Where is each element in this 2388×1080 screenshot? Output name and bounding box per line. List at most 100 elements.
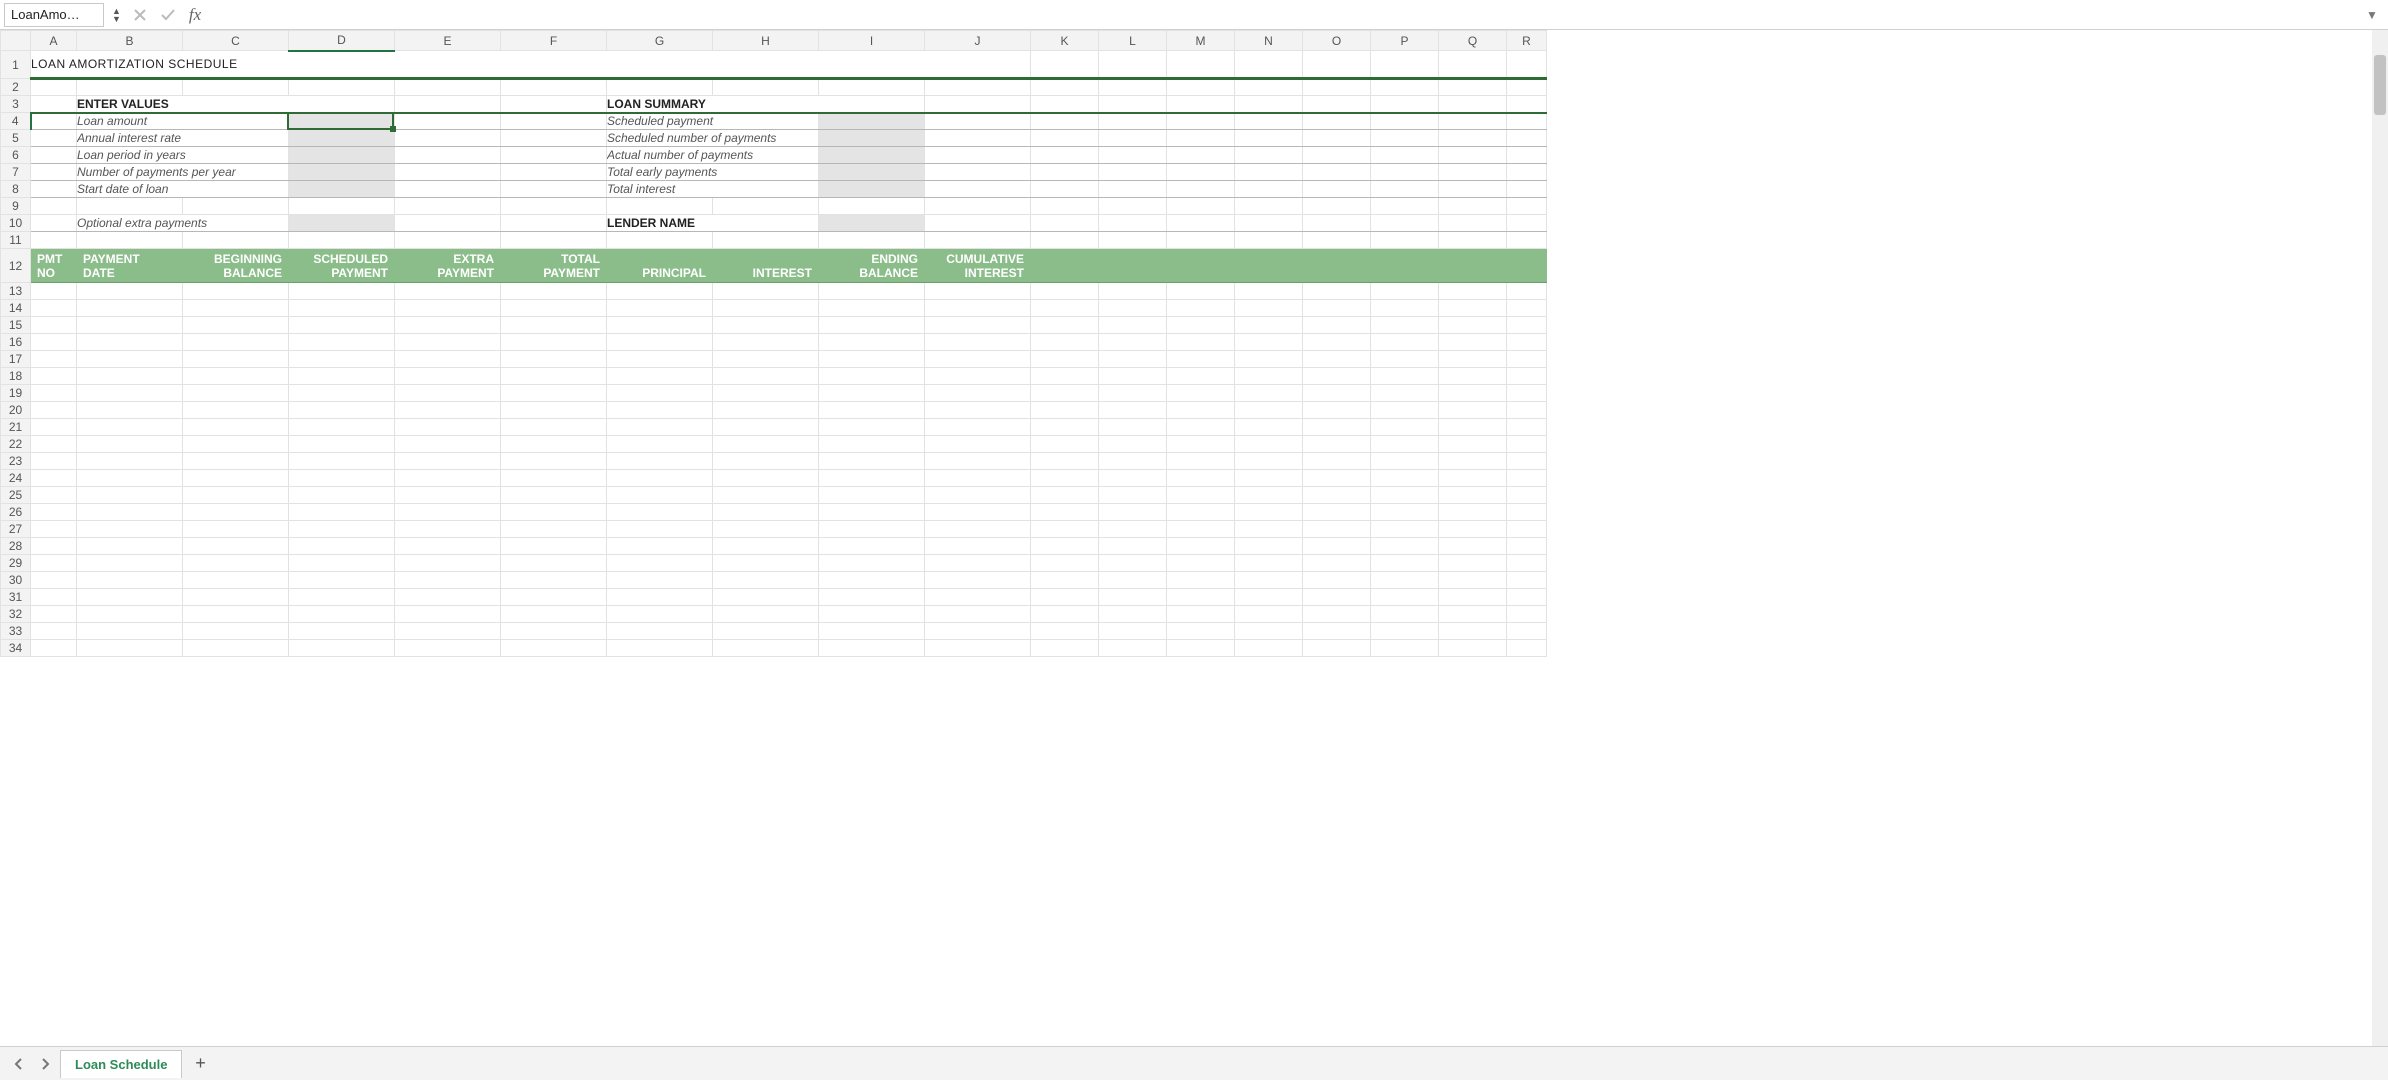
cell-I22[interactable]	[819, 436, 925, 453]
cell-P1[interactable]	[1371, 51, 1439, 79]
cell-C18[interactable]	[183, 368, 289, 385]
cell-F19[interactable]	[501, 385, 607, 402]
cell-L19[interactable]	[1099, 385, 1167, 402]
cell-R11[interactable]	[1507, 232, 1547, 249]
cell-F17[interactable]	[501, 351, 607, 368]
cell-M23[interactable]	[1167, 453, 1235, 470]
cell-B17[interactable]	[77, 351, 183, 368]
cell-A13[interactable]	[31, 283, 77, 300]
cell-P7[interactable]	[1371, 164, 1439, 181]
cell-H14[interactable]	[713, 300, 819, 317]
cell-R25[interactable]	[1507, 487, 1547, 504]
cell-R5[interactable]	[1507, 130, 1547, 147]
cell-P34[interactable]	[1371, 640, 1439, 657]
cell-N12[interactable]	[1235, 249, 1303, 283]
row-header-21[interactable]: 21	[1, 419, 31, 436]
cell-R8[interactable]	[1507, 181, 1547, 198]
stepper-down-icon[interactable]: ▼	[110, 15, 123, 23]
cell-M21[interactable]	[1167, 419, 1235, 436]
row-header-1[interactable]: 1	[1, 51, 31, 79]
cell-J22[interactable]	[925, 436, 1031, 453]
cell-P9[interactable]	[1371, 198, 1439, 215]
cell-B13[interactable]	[77, 283, 183, 300]
scrollbar-thumb[interactable]	[2374, 55, 2386, 115]
cell-K20[interactable]	[1031, 402, 1099, 419]
cell-Q17[interactable]	[1439, 351, 1507, 368]
cell-G26[interactable]	[607, 504, 713, 521]
cell-H23[interactable]	[713, 453, 819, 470]
cell-A29[interactable]	[31, 555, 77, 572]
cell-R21[interactable]	[1507, 419, 1547, 436]
cell-H34[interactable]	[713, 640, 819, 657]
cell-K11[interactable]	[1031, 232, 1099, 249]
cell-B19[interactable]	[77, 385, 183, 402]
cell-B31[interactable]	[77, 589, 183, 606]
cell-L33[interactable]	[1099, 623, 1167, 640]
cell-P20[interactable]	[1371, 402, 1439, 419]
cell-D28[interactable]	[289, 538, 395, 555]
cell-G6[interactable]: Actual number of payments	[607, 147, 819, 164]
cell-L8[interactable]	[1099, 181, 1167, 198]
cell-G11[interactable]	[607, 232, 713, 249]
cell-Q7[interactable]	[1439, 164, 1507, 181]
cell-Q1[interactable]	[1439, 51, 1507, 79]
cell-F11[interactable]	[501, 232, 607, 249]
cell-N5[interactable]	[1235, 130, 1303, 147]
cell-K33[interactable]	[1031, 623, 1099, 640]
cell-F15[interactable]	[501, 317, 607, 334]
cell-D19[interactable]	[289, 385, 395, 402]
cell-E22[interactable]	[395, 436, 501, 453]
cell-P2[interactable]	[1371, 79, 1439, 96]
cell-E28[interactable]	[395, 538, 501, 555]
cell-N24[interactable]	[1235, 470, 1303, 487]
row-header-5[interactable]: 5	[1, 130, 31, 147]
cell-J18[interactable]	[925, 368, 1031, 385]
cell-G29[interactable]	[607, 555, 713, 572]
cell-K15[interactable]	[1031, 317, 1099, 334]
cell-R30[interactable]	[1507, 572, 1547, 589]
cell-O29[interactable]	[1303, 555, 1371, 572]
cell-A31[interactable]	[31, 589, 77, 606]
cell-L24[interactable]	[1099, 470, 1167, 487]
cell-B9[interactable]	[77, 198, 183, 215]
cell-O25[interactable]	[1303, 487, 1371, 504]
cell-C24[interactable]	[183, 470, 289, 487]
cell-D24[interactable]	[289, 470, 395, 487]
cell-E7[interactable]	[395, 164, 501, 181]
cell-H29[interactable]	[713, 555, 819, 572]
cell-R17[interactable]	[1507, 351, 1547, 368]
cell-A28[interactable]	[31, 538, 77, 555]
cell-D6[interactable]	[289, 147, 395, 164]
cell-F25[interactable]	[501, 487, 607, 504]
cell-A12[interactable]: PMTNO	[31, 249, 77, 283]
cell-D10[interactable]	[289, 215, 395, 232]
cell-J21[interactable]	[925, 419, 1031, 436]
cell-D20[interactable]	[289, 402, 395, 419]
cell-N19[interactable]	[1235, 385, 1303, 402]
cell-D12[interactable]: SCHEDULEDPAYMENT	[289, 249, 395, 283]
cell-A33[interactable]	[31, 623, 77, 640]
cell-G21[interactable]	[607, 419, 713, 436]
cell-H26[interactable]	[713, 504, 819, 521]
row-header-4[interactable]: 4	[1, 113, 31, 130]
cell-C26[interactable]	[183, 504, 289, 521]
cell-I12[interactable]: ENDINGBALANCE	[819, 249, 925, 283]
cell-O5[interactable]	[1303, 130, 1371, 147]
cell-N30[interactable]	[1235, 572, 1303, 589]
cell-G32[interactable]	[607, 606, 713, 623]
cell-L5[interactable]	[1099, 130, 1167, 147]
cell-Q29[interactable]	[1439, 555, 1507, 572]
cell-L27[interactable]	[1099, 521, 1167, 538]
row-header-28[interactable]: 28	[1, 538, 31, 555]
cell-F21[interactable]	[501, 419, 607, 436]
cell-F5[interactable]	[501, 130, 607, 147]
cell-Q14[interactable]	[1439, 300, 1507, 317]
cell-C19[interactable]	[183, 385, 289, 402]
cell-E23[interactable]	[395, 453, 501, 470]
cell-P19[interactable]	[1371, 385, 1439, 402]
row-header-7[interactable]: 7	[1, 164, 31, 181]
cell-F31[interactable]	[501, 589, 607, 606]
cell-J33[interactable]	[925, 623, 1031, 640]
cell-L21[interactable]	[1099, 419, 1167, 436]
cell-B22[interactable]	[77, 436, 183, 453]
